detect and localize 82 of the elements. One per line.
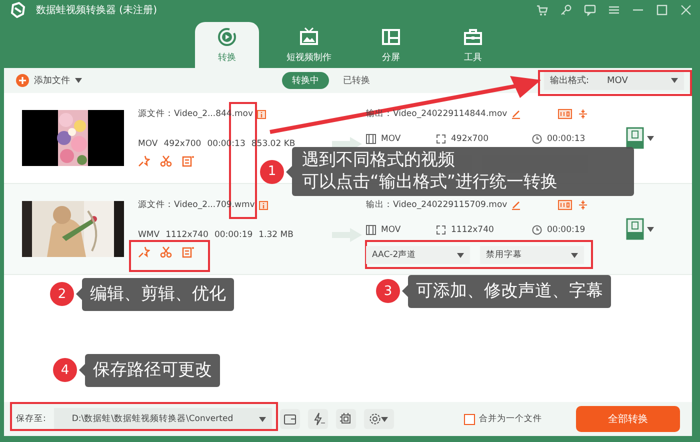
tab[interactable]: 分屏 (359, 22, 423, 68)
tab[interactable]: 工具 (441, 22, 505, 68)
subtitle-icon[interactable] (182, 246, 194, 258)
close-icon[interactable] (680, 4, 692, 16)
tab[interactable]: 短视频制作 (277, 22, 341, 68)
filter-tab[interactable]: 转换中 (282, 72, 329, 89)
settings-button[interactable] (364, 409, 394, 429)
info-icon (257, 110, 266, 118)
callout-text: 遇到不同格式的视频 (302, 149, 456, 172)
file-format: WMV (138, 230, 160, 240)
callout-text: 可以点击“输出格式”进行统一转换 (302, 171, 559, 194)
output-duration: 00:00:19 (547, 225, 586, 235)
subtitle-icon[interactable] (182, 155, 194, 167)
key-icon[interactable] (560, 4, 572, 16)
folder-icon (282, 412, 297, 426)
output-resolution: 492x700 (451, 134, 488, 144)
file-resolution: 1112x740 (166, 230, 208, 240)
caret-icon (457, 252, 464, 258)
menu-icon[interactable] (608, 4, 620, 16)
output-format-dropdown[interactable]: 输出格式: MOV (544, 72, 684, 90)
chat-icon[interactable] (584, 4, 596, 16)
film-icon (366, 134, 376, 144)
caret-icon[interactable] (647, 136, 654, 140)
split-icon[interactable] (578, 200, 588, 210)
output-format: MOV (381, 134, 401, 144)
clock-icon (532, 225, 542, 235)
output-file-name: 输出：Video_240229115709.mov (366, 199, 508, 211)
toolbox-icon (463, 26, 483, 46)
caret-icon (571, 252, 578, 258)
flash-off-button[interactable] (308, 409, 328, 429)
plus-icon (16, 74, 29, 87)
file-size: 1.32 MB (258, 230, 294, 240)
add-file-button[interactable]: 添加文件 (16, 74, 82, 87)
magic-wand-icon[interactable] (138, 155, 150, 167)
callout-text: 可添加、修改声道、字幕 (416, 280, 603, 303)
pencil-icon[interactable] (511, 109, 522, 119)
video-settings-icon[interactable] (558, 200, 572, 210)
file-duration: 00:00:19 (214, 230, 253, 240)
scissors-icon[interactable] (160, 155, 172, 167)
cpu-off-icon (338, 412, 353, 426)
settings-icon (369, 413, 382, 425)
window-title: 数据蛙视频转换器 (未注册) (36, 4, 158, 17)
save-path-dropdown[interactable]: D:\数据蛙\数据蛙视频转换器\Converted (54, 408, 272, 430)
expand-icon (436, 134, 446, 144)
maximize-icon[interactable] (656, 4, 668, 16)
caret-icon[interactable] (647, 226, 654, 232)
tab[interactable]: 转换 (195, 22, 259, 68)
info-icon (258, 200, 268, 210)
logo-icon (10, 2, 26, 18)
file-format: MOV (138, 139, 158, 149)
output-duration: 00:00:13 (547, 134, 586, 144)
output-resolution: 1112x740 (451, 225, 494, 235)
caret-icon (75, 78, 82, 83)
split-icon[interactable] (578, 109, 588, 119)
folder-button[interactable] (280, 409, 300, 429)
subtitle-dropdown[interactable]: 禁用字幕 (480, 246, 584, 264)
caret-icon (381, 416, 388, 422)
callout-text: 保存路径可更改 (93, 359, 212, 382)
format-file-icon[interactable] (626, 218, 644, 240)
save-label: 保存至: (16, 413, 46, 425)
tv-icon (299, 26, 319, 46)
caret-icon (671, 78, 678, 83)
convert-icon (217, 26, 237, 46)
format-file-icon[interactable] (626, 127, 644, 149)
clock-icon (532, 134, 542, 144)
cpu-off-button[interactable] (336, 409, 356, 429)
scissors-icon[interactable] (160, 246, 172, 258)
audio-track-dropdown[interactable]: AAC-2声道 (366, 246, 470, 264)
callout-text: 编辑、剪辑、优化 (90, 283, 226, 306)
filter-tab[interactable]: 已转换 (333, 72, 380, 89)
expand-icon (436, 225, 446, 235)
video-settings-icon[interactable] (558, 109, 572, 119)
pencil-icon[interactable] (511, 200, 522, 210)
split-screen-icon (381, 26, 401, 46)
merge-label: 合并为一个文件 (479, 413, 542, 425)
caret-icon (258, 416, 266, 422)
film-icon (366, 225, 376, 235)
cart-icon[interactable] (536, 4, 548, 16)
magic-wand-icon[interactable] (138, 246, 150, 258)
output-format: MOV (381, 225, 401, 235)
file-resolution: 492x700 (164, 139, 202, 149)
merge-checkbox[interactable] (464, 414, 475, 424)
